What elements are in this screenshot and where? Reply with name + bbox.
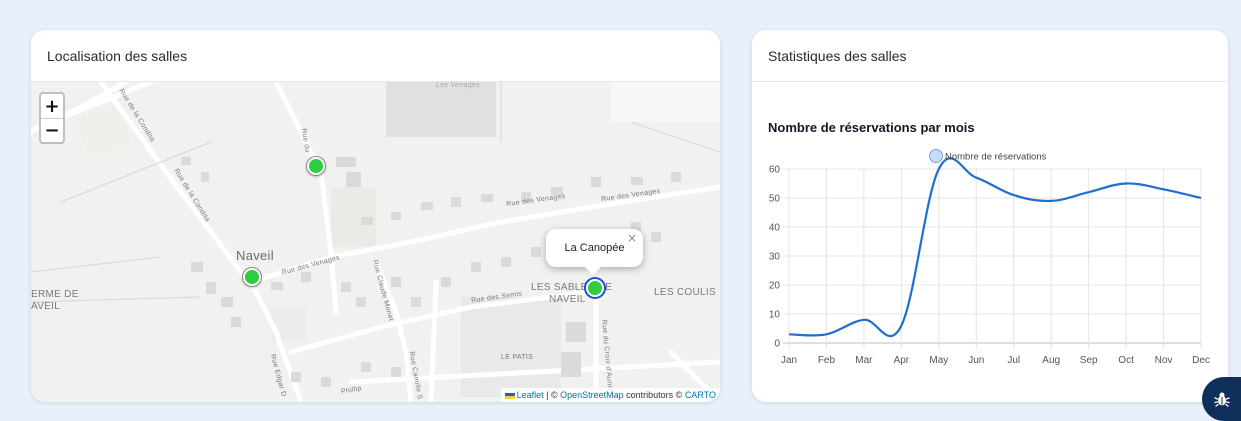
leaflet-link[interactable]: Leaflet (517, 390, 544, 400)
x-tick-label: Dec (1192, 355, 1210, 366)
place-label-venages-pond: Les Venages (436, 82, 480, 89)
place-label-ferme-1: ERME DE (31, 289, 79, 300)
bug-icon (1214, 392, 1230, 407)
zoom-control: + − (39, 92, 65, 144)
map-card-title: Localisation des salles (31, 30, 720, 82)
y-tick-label: 50 (769, 194, 781, 205)
attribution-sep: | © (543, 390, 561, 400)
y-tick-label: 40 (769, 223, 781, 234)
legend-marker (929, 149, 943, 163)
place-label-patis: LE PATIS (501, 354, 534, 361)
x-tick-label: May (929, 355, 948, 366)
x-tick-label: Nov (1155, 355, 1173, 366)
place-label-naveil: Naveil (236, 248, 274, 263)
x-tick-label: Aug (1042, 355, 1060, 366)
x-tick-label: Jul (1007, 355, 1020, 366)
map-marker[interactable] (243, 268, 261, 286)
zoom-in-button[interactable]: + (41, 94, 63, 118)
x-tick-label: Jun (968, 355, 984, 366)
x-tick-label: Sep (1080, 355, 1098, 366)
carto-link[interactable]: CARTO (685, 390, 716, 400)
map-marker[interactable] (307, 157, 325, 175)
place-label-sables-2: NAVEIL (549, 294, 586, 305)
x-tick-label: Oct (1118, 355, 1134, 366)
legend-label: Nombre de réservations (945, 152, 1047, 163)
y-tick-label: 20 (769, 281, 781, 292)
y-tick-label: 0 (774, 339, 780, 350)
x-tick-label: Feb (818, 355, 836, 366)
x-tick-label: Mar (855, 355, 873, 366)
zoom-out-button[interactable]: − (41, 118, 63, 142)
line-chart: 0 10 20 30 40 50 60 Jan Feb Mar Apr May Jun Jul Aug Sep… (769, 149, 1210, 366)
series-line (788, 157, 1202, 337)
map[interactable]: Naveil ERME DE AVEIL LES SABLES DE NAVEI… (31, 82, 720, 402)
ukraine-flag-icon (504, 392, 515, 399)
x-tick-label: Jan (781, 355, 797, 366)
popup-close-button[interactable]: × (627, 231, 637, 245)
bug-report-button[interactable] (1202, 377, 1241, 421)
attribution-mid: contributors © (623, 390, 685, 400)
stats-card: Statistiques des salles Nombre de réserv… (752, 30, 1228, 402)
y-tick-label: 10 (769, 310, 781, 321)
map-attribution: Leaflet | © OpenStreetMap contributors ©… (500, 388, 720, 402)
map-card: Localisation des salles Naveil ERME DE A… (31, 30, 720, 402)
y-tick-label: 30 (769, 252, 781, 263)
place-label-coulis: LES COULIS (654, 287, 716, 298)
y-tick-label: 60 (769, 165, 781, 176)
x-tick-label: Apr (894, 355, 910, 366)
map-marker-la-canopee[interactable] (586, 279, 604, 297)
popup-label: La Canopée (564, 242, 625, 254)
marker-popup: La Canopée × (546, 229, 643, 275)
place-label-ferme-2: AVEIL (31, 301, 61, 312)
osm-link[interactable]: OpenStreetMap (560, 390, 624, 400)
